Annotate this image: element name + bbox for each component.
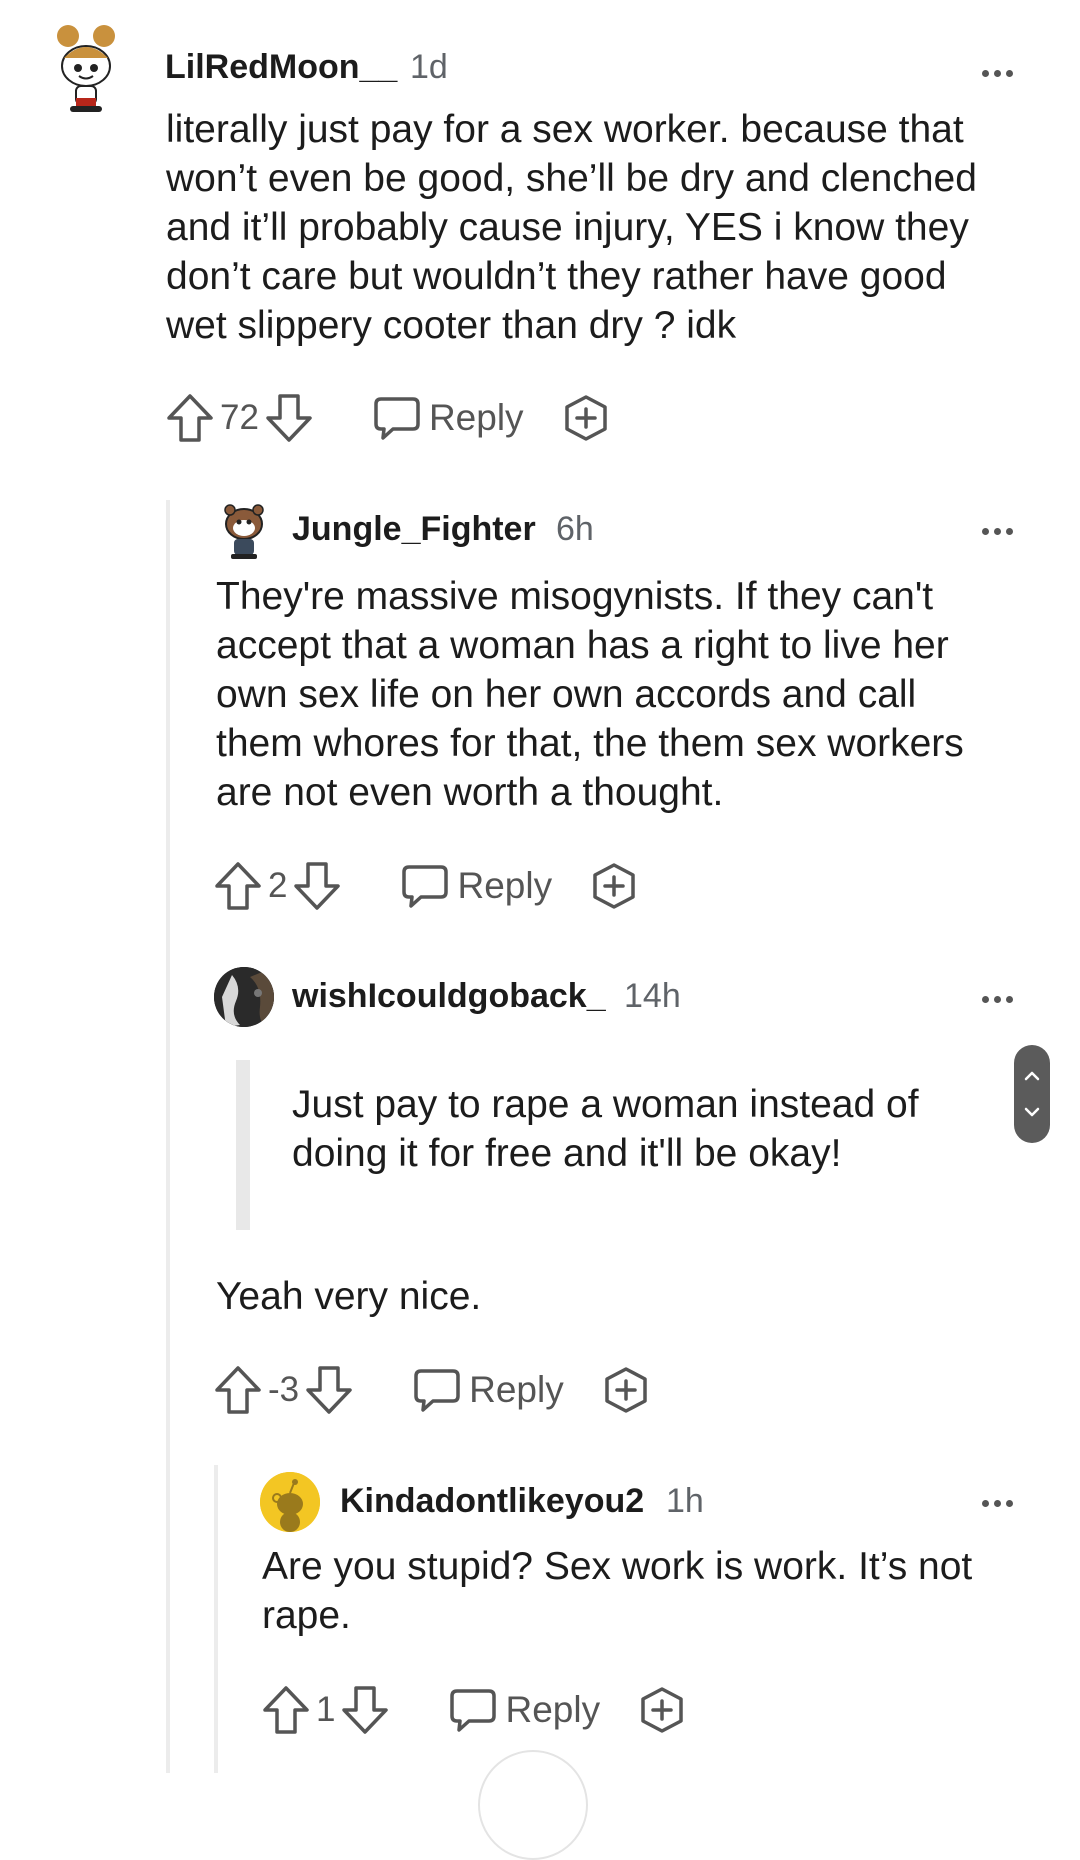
comment-line: Are you stupid? Sex work is work. It’s n… (262, 1545, 973, 1588)
user-avatar[interactable] (214, 967, 274, 1027)
username[interactable]: Jungle_Fighter (292, 510, 536, 549)
timestamp: 14h (624, 977, 681, 1015)
downvote-icon[interactable] (341, 1685, 389, 1735)
award-icon (641, 1687, 683, 1733)
comment-line: They're massive misogynists. If they can… (216, 575, 934, 618)
comment-body: literally just pay for a sex worker. bec… (166, 105, 1046, 350)
reply-button[interactable]: Reply (413, 1367, 564, 1413)
vote-score: 2 (268, 866, 288, 905)
user-avatar[interactable] (52, 22, 120, 114)
comment-line: rape. (262, 1594, 351, 1637)
snoo-avatar-icon (224, 504, 264, 559)
comment-body: Yeah very nice. (216, 1275, 482, 1318)
award-button[interactable] (602, 1366, 650, 1414)
quote-bar (236, 1060, 250, 1230)
reply-icon (414, 1369, 460, 1412)
username[interactable]: wishIcouldgoback_ (292, 977, 606, 1016)
comment-line: accept that a woman has a right to live … (216, 624, 949, 667)
more-options-icon[interactable] (982, 522, 1022, 535)
reply-label: Reply (505, 1689, 601, 1730)
thread-line-level-2 (214, 1465, 218, 1773)
timestamp: 1h (666, 1482, 704, 1520)
comment-actions: 1 Reply (262, 1684, 686, 1736)
chevron-up-down-icon (1024, 1071, 1040, 1117)
quote-line: doing it for free and it'll be okay! (292, 1132, 842, 1175)
reply-label: Reply (457, 865, 553, 906)
more-options-icon[interactable] (982, 1494, 1022, 1507)
comment-line: own sex life on her own accords and call (216, 673, 917, 716)
username[interactable]: LilRedMoon__ (165, 48, 397, 87)
award-button[interactable] (562, 394, 610, 442)
reply-icon (402, 865, 449, 908)
award-icon (604, 1367, 647, 1413)
downvote-icon[interactable] (305, 1365, 353, 1415)
downvote-icon[interactable] (293, 861, 341, 911)
reply-icon (450, 1689, 497, 1732)
username[interactable]: Kindadontlikeyou2 (340, 1482, 644, 1521)
reply-button[interactable]: Reply (401, 863, 552, 909)
comment-actions: 2 Reply (214, 860, 638, 912)
vote-score: 1 (316, 1690, 336, 1729)
comment-line: them whores for that, the them sex worke… (216, 722, 964, 765)
comment-line: are not even worth a thought. (216, 771, 724, 814)
comment-line: wet slippery cooter than dry ? idk (166, 304, 737, 347)
comment-line: don’t care but wouldn’t they rather have… (166, 255, 947, 298)
timestamp: 1d (410, 48, 448, 86)
snoo-avatar-icon (57, 25, 115, 112)
photo-avatar-icon (214, 967, 274, 1027)
comment-actions: -3 Reply (214, 1364, 650, 1416)
reply-label: Reply (428, 397, 524, 438)
snoo-avatar-icon (260, 1472, 320, 1532)
award-icon (593, 863, 635, 909)
award-button[interactable] (590, 862, 638, 910)
upvote-icon[interactable] (262, 1685, 310, 1735)
upvote-icon[interactable] (214, 1365, 262, 1415)
reply-button[interactable]: Reply (373, 395, 524, 441)
scroll-navigator[interactable] (1014, 1045, 1050, 1143)
vote-score: -3 (268, 1370, 300, 1409)
quote-line: Just pay to rape a woman instead of (292, 1083, 919, 1126)
upvote-icon[interactable] (214, 861, 262, 911)
reply-label: Reply (469, 1369, 564, 1410)
comment-line: won’t even be good, she’ll be dry and cl… (166, 157, 977, 200)
comment-actions: 72 Reply (166, 392, 610, 444)
user-avatar[interactable] (260, 1472, 320, 1532)
more-options-icon[interactable] (982, 64, 1022, 77)
quoted-text: Just pay to rape a woman instead of doin… (292, 1080, 992, 1178)
reply-button[interactable]: Reply (449, 1687, 600, 1733)
more-options-icon[interactable] (982, 990, 1022, 1003)
floating-button-partial[interactable] (478, 1750, 588, 1860)
comment-body: They're massive misogynists. If they can… (216, 572, 1056, 817)
downvote-icon[interactable] (265, 393, 313, 443)
award-button[interactable] (638, 1686, 686, 1734)
upvote-icon[interactable] (166, 393, 214, 443)
reply-icon (374, 397, 420, 440)
comment-body: Are you stupid? Sex work is work. It’s n… (262, 1542, 1052, 1640)
timestamp: 6h (556, 510, 594, 548)
thread-line-level-1 (166, 500, 170, 1773)
user-avatar[interactable] (218, 502, 270, 560)
award-icon (564, 395, 607, 441)
comment-line: literally just pay for a sex worker. bec… (166, 108, 964, 151)
comment-line: and it’ll probably cause injury, YES i k… (166, 206, 969, 249)
vote-score: 72 (220, 398, 259, 437)
